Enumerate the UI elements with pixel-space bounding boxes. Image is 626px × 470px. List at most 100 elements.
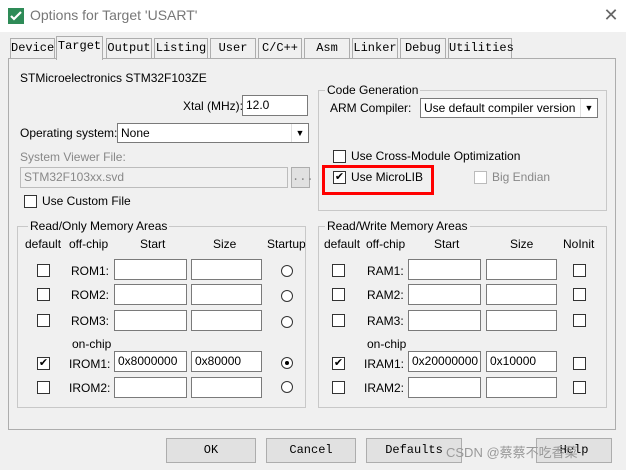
- rom2-default-checkbox[interactable]: [37, 288, 50, 301]
- rom-header-startup: Startup: [267, 237, 306, 251]
- tab-asm[interactable]: Asm: [304, 38, 350, 58]
- rom-title: Read/Only Memory Areas: [28, 219, 170, 233]
- irom2-startup-radio[interactable]: [281, 381, 293, 393]
- title-bar: Options for Target 'USART' ✕: [0, 0, 626, 32]
- watermark: CSDN @蔡蔡不吃香菜: [446, 445, 578, 460]
- rom3-startup-radio[interactable]: [281, 316, 293, 328]
- close-icon[interactable]: ✕: [600, 4, 622, 26]
- ram2-label: RAM2:: [367, 288, 404, 302]
- svf-label: System Viewer File:: [20, 150, 126, 164]
- rom-header-start: Start: [140, 237, 166, 251]
- os-select[interactable]: None ▼: [117, 123, 309, 143]
- chevron-down-icon[interactable]: ▼: [291, 124, 308, 142]
- ram2-noinit-checkbox[interactable]: [573, 288, 586, 301]
- xtal-input[interactable]: 12.0: [242, 95, 308, 116]
- highlight-box: [322, 165, 434, 195]
- rom1-start-input[interactable]: [114, 259, 187, 280]
- ram-header-offchip: off-chip: [366, 237, 406, 251]
- big-endian-label: Big Endian: [492, 170, 551, 184]
- rom3-label: ROM3:: [71, 314, 110, 328]
- ram-header-noinit: NoInit: [563, 237, 595, 251]
- svf-input[interactable]: STM32F103xx.svd: [20, 167, 288, 188]
- ram-header-default: default: [324, 237, 361, 251]
- rom2-start-input[interactable]: [114, 284, 187, 305]
- ram3-noinit-checkbox[interactable]: [573, 314, 586, 327]
- rom3-size-input[interactable]: [191, 310, 262, 331]
- iram1-start-input[interactable]: 0x20000000: [408, 351, 481, 372]
- ram1-noinit-checkbox[interactable]: [573, 264, 586, 277]
- cancel-button[interactable]: Cancel: [266, 438, 356, 463]
- xtal-label: Xtal (MHz):: [183, 99, 243, 113]
- ram-header-size: Size: [510, 237, 534, 251]
- rom1-default-checkbox[interactable]: [37, 264, 50, 277]
- custom-file-checkbox[interactable]: [24, 195, 37, 208]
- ram-header-start: Start: [434, 237, 460, 251]
- tab-listing[interactable]: Listing: [154, 38, 208, 58]
- tab-utilities[interactable]: Utilities: [448, 38, 514, 58]
- tab-output[interactable]: Output: [106, 38, 152, 58]
- os-value: None: [121, 126, 150, 140]
- compiler-label: ARM Compiler:: [330, 101, 412, 115]
- irom1-start-input[interactable]: 0x8000000: [114, 351, 187, 372]
- browse-button[interactable]: ...: [291, 167, 314, 188]
- tab-debug[interactable]: Debug: [400, 38, 446, 58]
- rom3-start-input[interactable]: [114, 310, 187, 331]
- ram2-start-input[interactable]: [408, 284, 481, 305]
- irom1-size-input[interactable]: 0x80000: [191, 351, 262, 372]
- iram2-label: IRAM2:: [364, 381, 405, 395]
- rom-onchip-label: on-chip: [72, 337, 112, 351]
- ram-onchip-label: on-chip: [367, 337, 407, 351]
- tab-device[interactable]: Device: [10, 38, 55, 58]
- cross-module-checkbox[interactable]: [333, 150, 346, 163]
- tab-linker[interactable]: Linker: [352, 38, 398, 58]
- iram1-label: IRAM1:: [364, 357, 405, 371]
- irom1-startup-radio[interactable]: [281, 357, 293, 369]
- rom-header-offchip: off-chip: [69, 237, 109, 251]
- ram1-start-input[interactable]: [408, 259, 481, 280]
- codegen-title: Code Generation: [325, 83, 421, 97]
- os-label: Operating system:: [20, 126, 118, 140]
- ram1-label: RAM1:: [367, 264, 404, 278]
- ram-title: Read/Write Memory Areas: [325, 219, 470, 233]
- tab-target[interactable]: Target: [56, 36, 103, 60]
- rom-header-size: Size: [213, 237, 237, 251]
- rom2-size-input[interactable]: [191, 284, 262, 305]
- cross-module-label: Use Cross-Module Optimization: [351, 149, 521, 163]
- ram1-size-input[interactable]: [486, 259, 557, 280]
- iram1-noinit-checkbox[interactable]: [573, 357, 586, 370]
- iram1-size-input[interactable]: 0x10000: [486, 351, 557, 372]
- big-endian-checkbox[interactable]: [474, 171, 487, 184]
- irom2-label: IROM2:: [69, 381, 111, 395]
- rom1-label: ROM1:: [71, 264, 110, 278]
- rom3-default-checkbox[interactable]: [37, 314, 50, 327]
- iram2-start-input[interactable]: [408, 377, 481, 398]
- ram2-default-checkbox[interactable]: [332, 288, 345, 301]
- ram1-default-checkbox[interactable]: [332, 264, 345, 277]
- tab-user[interactable]: User: [210, 38, 256, 58]
- keil-app-icon: [8, 8, 24, 24]
- rom-header-default: default: [25, 237, 62, 251]
- iram2-size-input[interactable]: [486, 377, 557, 398]
- window-title: Options for Target 'USART': [30, 7, 198, 23]
- rom1-size-input[interactable]: [191, 259, 262, 280]
- ram3-default-checkbox[interactable]: [332, 314, 345, 327]
- tab-cc[interactable]: C/C++: [258, 38, 302, 58]
- iram2-default-checkbox[interactable]: [332, 381, 345, 394]
- irom1-label: IROM1:: [69, 357, 111, 371]
- custom-file-label: Use Custom File: [42, 194, 131, 208]
- irom1-default-checkbox[interactable]: ✔: [37, 357, 50, 370]
- iram1-default-checkbox[interactable]: ✔: [332, 357, 345, 370]
- device-name: STMicroelectronics STM32F103ZE: [20, 71, 207, 85]
- iram2-noinit-checkbox[interactable]: [573, 381, 586, 394]
- chevron-down-icon[interactable]: ▼: [580, 99, 597, 117]
- ram2-size-input[interactable]: [486, 284, 557, 305]
- ram3-start-input[interactable]: [408, 310, 481, 331]
- ram3-size-input[interactable]: [486, 310, 557, 331]
- irom2-default-checkbox[interactable]: [37, 381, 50, 394]
- compiler-select[interactable]: Use default compiler version ▼: [420, 98, 598, 118]
- rom1-startup-radio[interactable]: [281, 265, 293, 277]
- irom2-start-input[interactable]: [114, 377, 187, 398]
- rom2-startup-radio[interactable]: [281, 290, 293, 302]
- ok-button[interactable]: OK: [166, 438, 256, 463]
- irom2-size-input[interactable]: [191, 377, 262, 398]
